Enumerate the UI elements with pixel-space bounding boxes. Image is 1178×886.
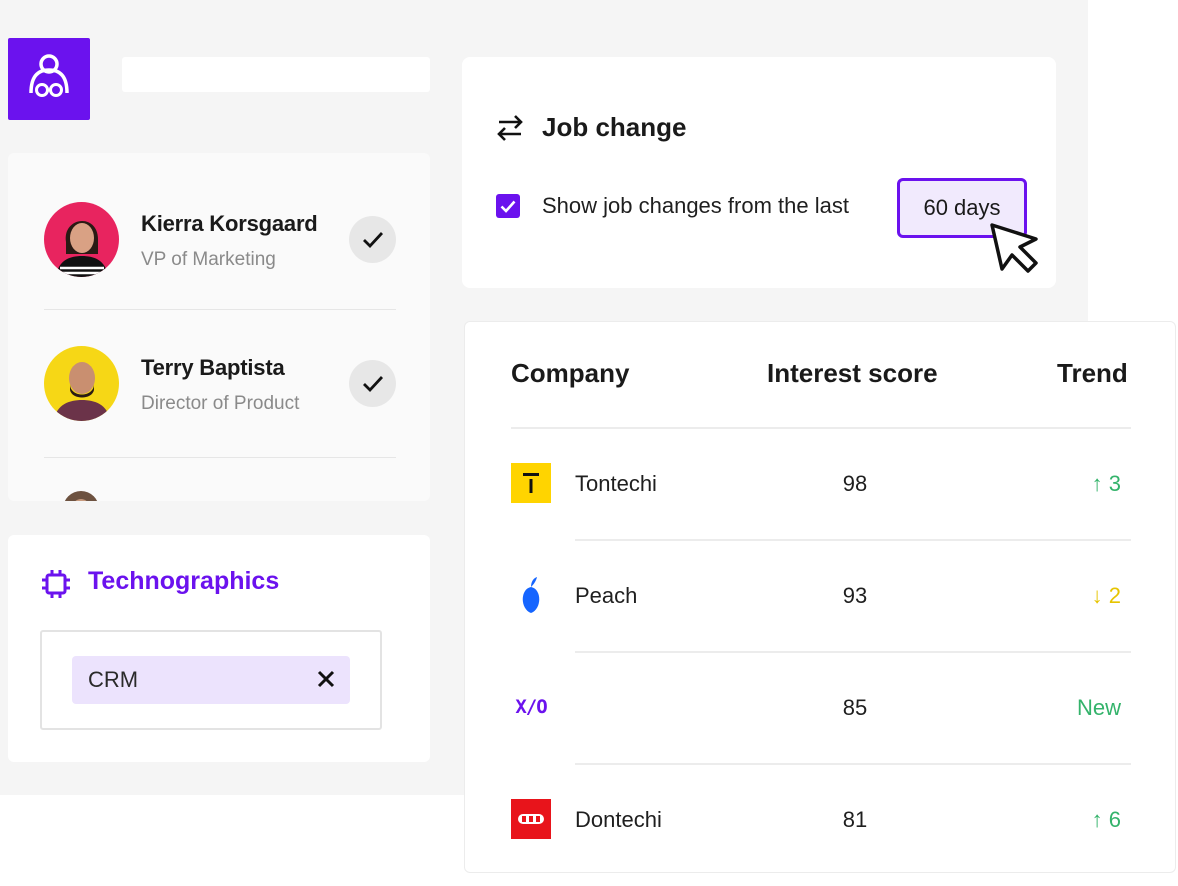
- glasses-lady-icon: [29, 54, 69, 97]
- remove-tag-button[interactable]: [316, 669, 336, 694]
- avatar: [61, 489, 101, 501]
- trend-value: ↑ 6: [1091, 807, 1121, 832]
- xo-logo-text: X/O: [515, 696, 547, 718]
- tag-chip: CRM: [72, 656, 350, 704]
- column-header-interest-score[interactable]: Interest score: [767, 358, 938, 389]
- interest-score: 98: [842, 471, 868, 496]
- job-change-card: Job change Show job changes from the las…: [462, 57, 1056, 288]
- check-icon: [500, 200, 516, 213]
- search-bar[interactable]: [122, 57, 430, 92]
- confirm-button[interactable]: [349, 216, 396, 263]
- tontechi-logo: [511, 463, 551, 503]
- pointer-cursor-icon: [990, 223, 1038, 273]
- job-change-checkbox[interactable]: [496, 194, 520, 218]
- person-title: Director of Product: [141, 393, 300, 414]
- table-row[interactable]: Tontechi 98 ↑ 3: [465, 427, 1177, 539]
- close-icon: [317, 670, 335, 688]
- column-header-company[interactable]: Company: [511, 358, 629, 389]
- trend-value: New: [1076, 695, 1121, 720]
- interest-score: 85: [842, 695, 868, 720]
- confirm-button[interactable]: [349, 360, 396, 407]
- swap-arrows-icon: [497, 115, 523, 141]
- technographics-card: Technographics CRM: [8, 535, 430, 762]
- avatar: [44, 346, 119, 421]
- technographics-title: Technographics: [88, 567, 280, 595]
- interest-score: 93: [842, 583, 868, 608]
- company-name: Dontechi: [575, 807, 662, 832]
- interest-score: 81: [842, 807, 868, 832]
- avatar: [44, 202, 119, 277]
- peach-logo: [511, 575, 551, 615]
- company-name: Peach: [575, 583, 638, 608]
- job-change-title: Job change: [542, 112, 687, 142]
- dontechi-logo: [511, 799, 551, 839]
- job-change-label: Show job changes from the last: [542, 193, 849, 218]
- table-row[interactable]: Peach 93 ↓ 2: [465, 539, 1177, 651]
- xo-logo: X/O: [511, 687, 551, 727]
- person-title: VP of Marketing: [141, 249, 276, 270]
- person-row[interactable]: Terry Baptista Director of Product: [8, 297, 430, 437]
- tag-input[interactable]: CRM: [40, 630, 382, 730]
- column-header-trend[interactable]: Trend: [1057, 358, 1128, 389]
- person-name: Terry Baptista: [141, 355, 285, 380]
- brand-logo[interactable]: [8, 38, 90, 120]
- check-icon: [362, 231, 383, 248]
- people-list-card: Kierra Korsgaard VP of Marketing Terry B…: [8, 153, 430, 501]
- check-icon: [362, 375, 383, 392]
- tag-label: CRM: [88, 667, 139, 692]
- company-name: Tontechi: [575, 471, 657, 496]
- person-row[interactable]: Kierra Korsgaard VP of Marketing: [8, 153, 430, 293]
- company-table: Company Interest score Trend Tontechi 98…: [464, 321, 1176, 873]
- trend-value: ↓ 2: [1091, 583, 1121, 608]
- table-row[interactable]: Dontechi 81 ↑ 6: [465, 763, 1177, 875]
- chip-icon: [42, 570, 70, 598]
- person-name: Kierra Korsgaard: [141, 211, 318, 236]
- trend-value: ↑ 3: [1091, 471, 1121, 496]
- divider: [44, 457, 396, 458]
- table-row[interactable]: X/O 85 New: [465, 651, 1177, 763]
